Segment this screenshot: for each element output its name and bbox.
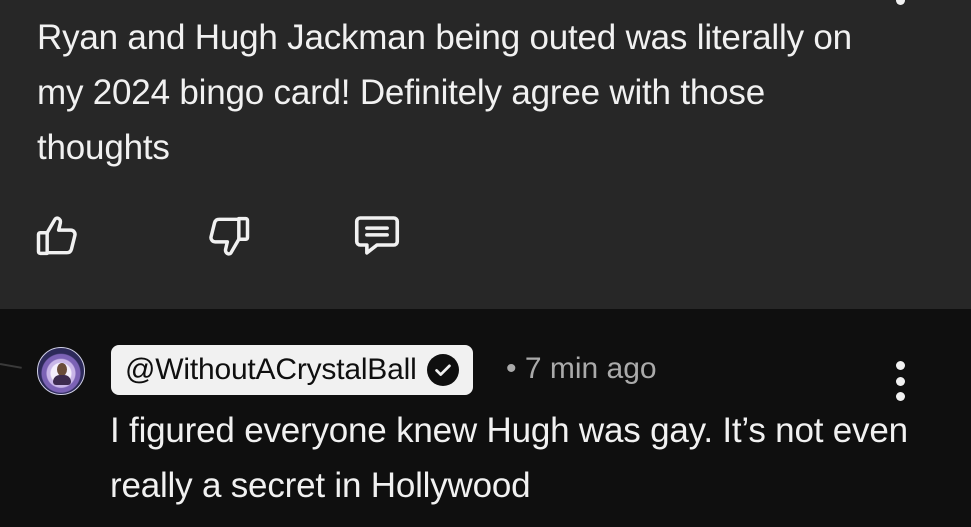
parent-more-icon[interactable] (896, 0, 905, 5)
thumbs-up-icon (36, 216, 77, 256)
comment-timestamp: • 7 min ago (506, 352, 657, 385)
author-handle: @WithoutACrystalBall (125, 353, 417, 386)
comment-icon (354, 216, 400, 255)
author-handle-chip[interactable]: @WithoutACrystalBall (111, 345, 473, 395)
kebab-dot (895, 392, 905, 401)
kebab-dot (895, 376, 905, 386)
parent-comment: Ryan and Hugh Jackman being outed was li… (0, 0, 971, 309)
thread-connector (0, 363, 22, 369)
avatar-body (53, 375, 71, 385)
verified-check-icon (426, 354, 459, 386)
like-button[interactable] (30, 208, 86, 264)
kebab-dot (895, 361, 905, 370)
more-vert-icon[interactable] (889, 361, 911, 401)
avatar[interactable] (37, 347, 85, 395)
reply-comment-text: I figured everyone knew Hugh was gay. It… (110, 411, 908, 505)
parent-comment-text: Ryan and Hugh Jackman being outed was li… (37, 18, 852, 167)
reply-button[interactable] (349, 208, 405, 264)
thumbs-down-icon (209, 216, 250, 256)
reply-comment: @WithoutACrystalBall • 7 min ago I figur… (0, 309, 971, 527)
dislike-button[interactable] (200, 208, 256, 264)
